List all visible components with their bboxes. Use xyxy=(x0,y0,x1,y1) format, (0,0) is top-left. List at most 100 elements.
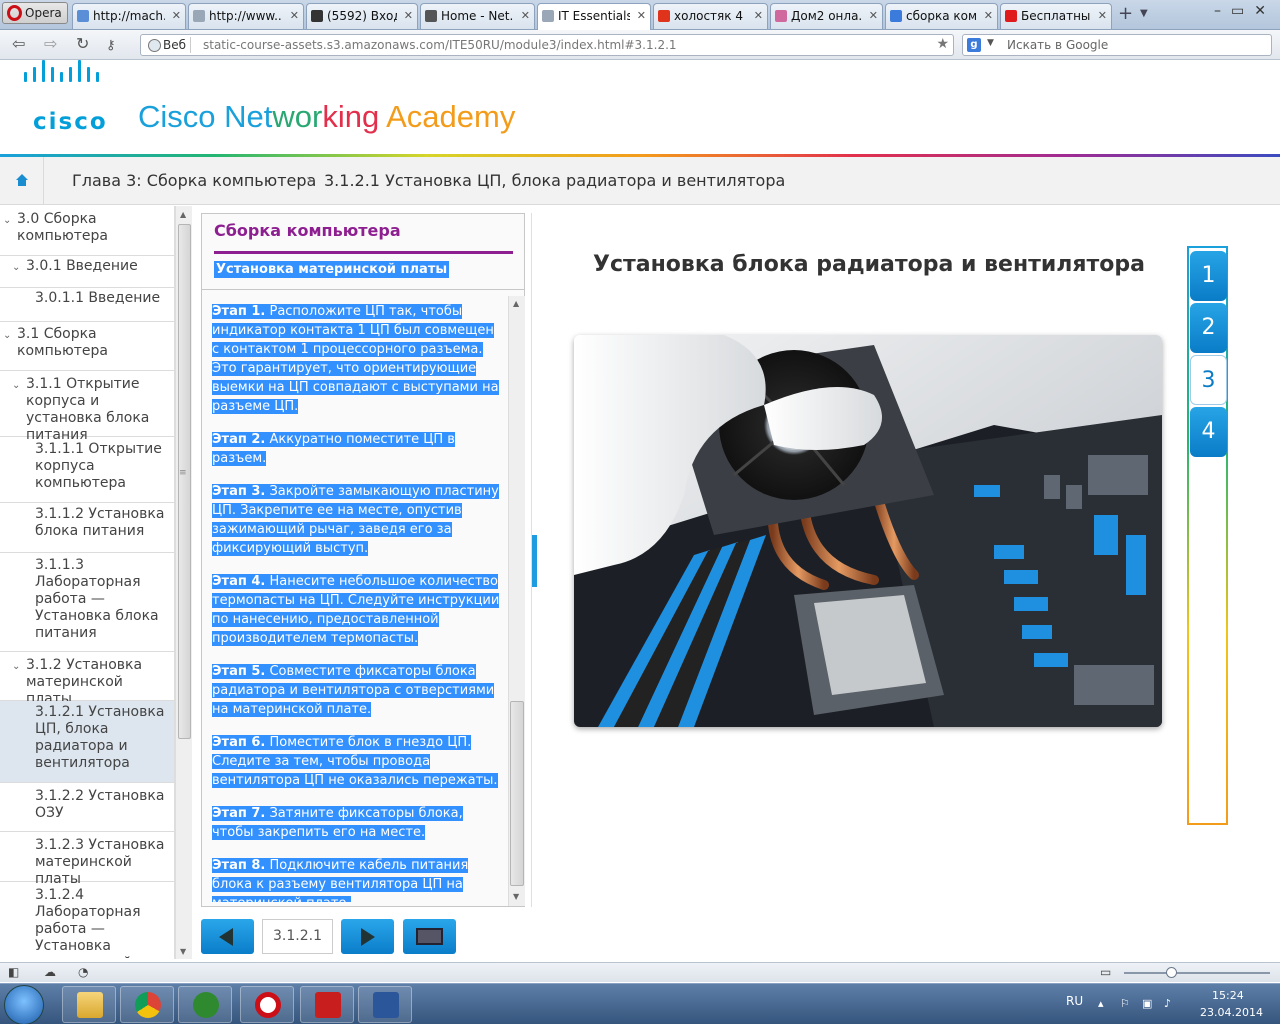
breadcrumb-section: 3.1.2.1 Установка ЦП, блока радиатора и … xyxy=(324,171,786,190)
start-button[interactable] xyxy=(4,985,44,1024)
search-engine-chevron-icon[interactable]: ▼ xyxy=(987,38,994,48)
toc-item[interactable]: 3.1.2.4 Лабораторная работа — Установка … xyxy=(0,882,174,959)
step-button[interactable]: 2 xyxy=(1190,303,1227,353)
zoom-slider[interactable] xyxy=(1124,972,1270,974)
toc-item[interactable]: 3.1.1.2 Установка блока питания xyxy=(0,503,174,553)
taskbar-app-utorrent[interactable] xyxy=(178,986,232,1023)
toc-item[interactable]: ⌄ 3.0 Сборка компьютера xyxy=(0,206,174,256)
previous-page-button[interactable] xyxy=(201,919,254,954)
scroll-down-icon[interactable]: ▼ xyxy=(180,947,186,956)
zoom-slider-thumb[interactable] xyxy=(1166,967,1177,978)
expand-chevron-icon[interactable]: ⌄ xyxy=(12,658,20,675)
taskbar-app-word[interactable] xyxy=(358,986,412,1023)
toc-scrollbar[interactable]: ▲ ≡ ▼ xyxy=(175,206,192,959)
window-controls[interactable]: –▭✕ xyxy=(1214,3,1276,19)
home-icon[interactable] xyxy=(0,157,44,205)
cloud-icon[interactable]: ☁ xyxy=(44,965,56,979)
volume-icon[interactable]: ♪ xyxy=(1164,997,1171,1010)
panel-scrollbar[interactable]: ▲ ≡ ▼ xyxy=(508,296,525,906)
tab-close-icon[interactable]: ✕ xyxy=(637,9,646,22)
toc-item-label: 3.1.1.2 Установка блока питания xyxy=(35,506,165,539)
panel-toggle-icon[interactable]: ◧ xyxy=(8,965,19,979)
toc-item[interactable]: 3.1.2.3 Установка материнской платы xyxy=(0,832,174,887)
step-button[interactable]: 1 xyxy=(1190,251,1227,301)
expand-chevron-icon[interactable]: ⌄ xyxy=(3,327,11,344)
clock-date[interactable]: 23.04.2014 xyxy=(1200,1006,1263,1019)
reload-icon[interactable]: ↻ xyxy=(76,35,89,53)
toc-item[interactable]: ⌄ 3.1.2 Установка материнской платы xyxy=(0,652,174,707)
browser-tab[interactable]: Бесплатны... ✕ xyxy=(1000,3,1112,29)
scroll-up-icon[interactable]: ▲ xyxy=(180,210,186,219)
tab-label: Дом2 онла... xyxy=(791,9,862,23)
breadcrumb-chapter[interactable]: Глава 3: Сборка компьютера xyxy=(72,171,316,190)
browser-tab[interactable]: (5592) Вход... ✕ xyxy=(306,3,418,29)
scroll-down-icon[interactable]: ▼ xyxy=(513,892,519,901)
brand-text-part: Academy xyxy=(386,99,516,134)
tab-close-icon[interactable]: ✕ xyxy=(290,9,299,22)
page-number-field[interactable]: 3.1.2.1 xyxy=(262,919,333,954)
view-icon[interactable]: ▭ xyxy=(1100,965,1111,979)
language-indicator[interactable]: RU xyxy=(1066,994,1083,1008)
expand-chevron-icon[interactable]: ⌄ xyxy=(3,212,11,229)
scroll-up-icon[interactable]: ▲ xyxy=(513,299,519,308)
tab-close-icon[interactable]: ✕ xyxy=(984,9,993,22)
tab-close-icon[interactable]: ✕ xyxy=(172,9,181,22)
fullscreen-button[interactable] xyxy=(403,919,456,954)
expand-chevron-icon[interactable]: ⌄ xyxy=(12,259,20,276)
taskbar-app-opera[interactable] xyxy=(240,986,294,1023)
opera-menu-button[interactable]: Opera xyxy=(2,2,68,24)
toc-item[interactable]: ⌄ 3.1.1 Открытие корпуса и установка блок… xyxy=(0,371,174,443)
address-bar[interactable]: Веб static-course-assets.s3.amazonaws.co… xyxy=(140,34,954,56)
tab-close-icon[interactable]: ✕ xyxy=(754,9,763,22)
next-page-button[interactable] xyxy=(341,919,394,954)
toc-scroll-thumb[interactable] xyxy=(178,224,191,739)
toc-item[interactable]: 3.0.1.1 Введение xyxy=(0,288,174,322)
toc-item-label: 3.1.1 Открытие корпуса и установка блока… xyxy=(26,376,150,443)
toc-item[interactable]: ⌄ 3.1 Сборка компьютера xyxy=(0,322,174,371)
taskbar-app-windows-explorer[interactable] xyxy=(62,986,116,1023)
expand-chevron-icon[interactable]: ⌄ xyxy=(12,377,20,394)
back-icon[interactable]: ⇦ xyxy=(12,35,25,53)
tab-list-chevron-icon[interactable]: ▼ xyxy=(1140,8,1148,19)
browser-tab[interactable]: http://www.... ✕ xyxy=(188,3,304,29)
step-label: Этап 8. xyxy=(212,858,266,873)
tray-arrow-icon[interactable]: ▴ xyxy=(1098,997,1104,1010)
toc-item[interactable]: 3.1.2.1 Установка ЦП, блока радиатора и … xyxy=(0,701,174,783)
forward-icon[interactable]: ⇨ xyxy=(44,35,57,53)
browser-tab[interactable]: Дом2 онла... ✕ xyxy=(770,3,883,29)
divider-handle[interactable] xyxy=(532,535,537,587)
taskbar-app-adobe-reader[interactable] xyxy=(300,986,354,1023)
browser-tab[interactable]: http://mach... ✕ xyxy=(72,3,186,29)
key-icon[interactable]: ⚷ xyxy=(106,37,116,55)
step-button[interactable]: 3 xyxy=(1190,355,1227,405)
networking-academy-brand[interactable]: Cisco Networking Academy xyxy=(138,99,515,135)
tab-close-icon[interactable]: ✕ xyxy=(1098,9,1107,22)
new-tab-icon[interactable]: + xyxy=(1118,5,1133,23)
toc-item[interactable]: 3.1.2.2 Установка ОЗУ xyxy=(0,783,174,832)
address-url[interactable]: static-course-assets.s3.amazonaws.com/IT… xyxy=(203,38,677,52)
tab-close-icon[interactable]: ✕ xyxy=(521,9,530,22)
address-web-badge[interactable]: Веб xyxy=(145,37,192,53)
step-button[interactable]: 4 xyxy=(1190,407,1227,457)
browser-tab[interactable]: сборка ком... ✕ xyxy=(885,3,998,29)
search-field[interactable]: g ▼ Искать в Google xyxy=(962,34,1272,56)
toc-item[interactable]: ⌄ 3.0.1 Введение xyxy=(0,256,174,288)
speed-dial-icon[interactable]: ◔ xyxy=(78,965,88,979)
panel-scroll-thumb[interactable] xyxy=(510,701,524,886)
toc-item[interactable]: 3.1.1.1 Открытие корпуса компьютера xyxy=(0,437,174,503)
tab-close-icon[interactable]: ✕ xyxy=(404,9,413,22)
cisco-logo-word: cisco xyxy=(33,109,108,135)
toc-item[interactable]: 3.1.1.3 Лабораторная работа — Установка … xyxy=(0,553,174,652)
clock-time[interactable]: 15:24 xyxy=(1212,989,1244,1002)
brand-text-part: king xyxy=(322,99,387,134)
adobe-reader-icon xyxy=(315,992,341,1018)
panel-resize-divider[interactable] xyxy=(531,213,537,907)
browser-tab[interactable]: холостяк 4 ... ✕ xyxy=(653,3,768,29)
browser-tab[interactable]: IT Essentials ✕ xyxy=(537,3,651,30)
tab-close-icon[interactable]: ✕ xyxy=(869,9,878,22)
display-icon[interactable]: ▣ xyxy=(1142,997,1152,1010)
bookmark-star-icon[interactable]: ★ xyxy=(936,36,949,52)
network-icon[interactable]: ⚐ xyxy=(1120,997,1130,1010)
browser-tab[interactable]: Home - Net... ✕ xyxy=(420,3,535,29)
taskbar-app-chrome[interactable] xyxy=(120,986,174,1023)
